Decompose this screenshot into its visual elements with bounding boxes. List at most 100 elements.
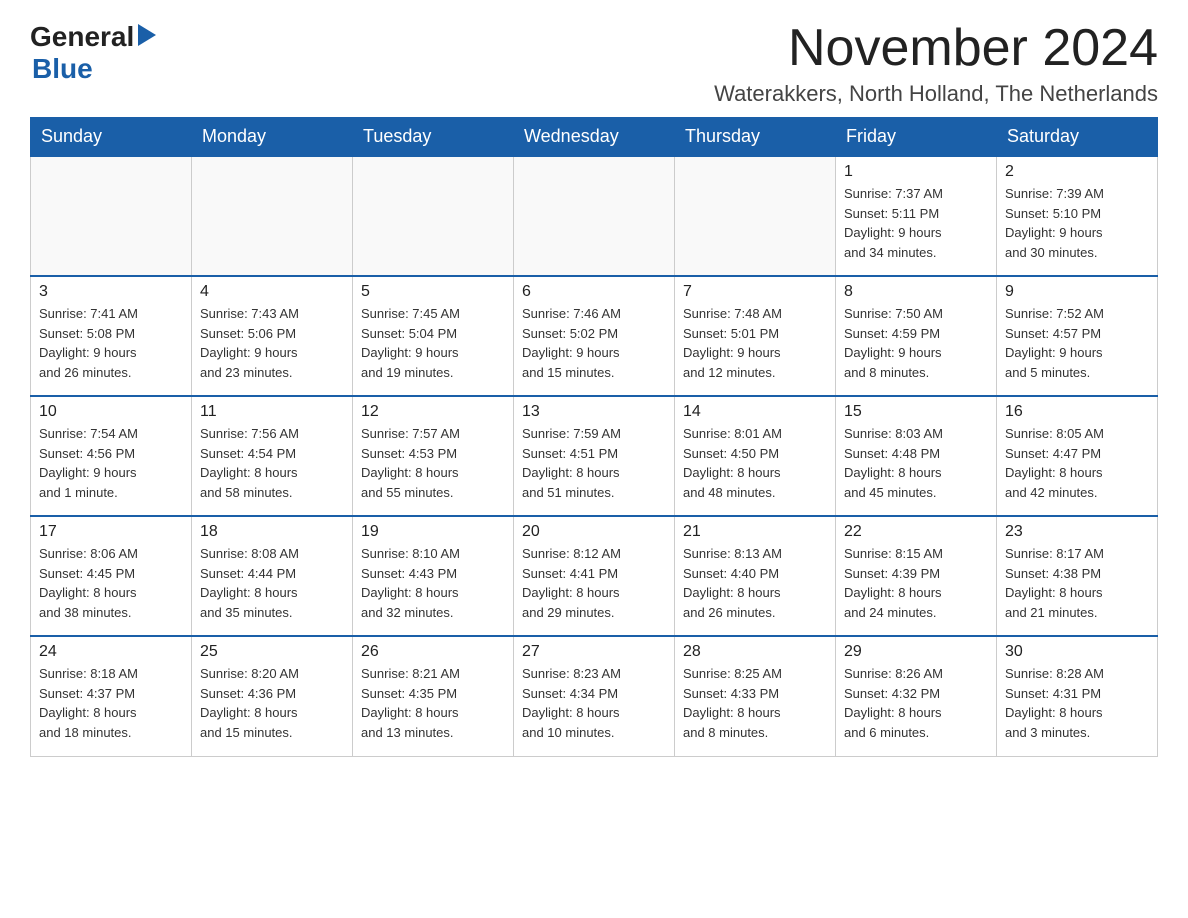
day-number: 1 [844,163,988,181]
day-info: Sunrise: 8:26 AM Sunset: 4:32 PM Dayligh… [844,664,988,742]
day-info: Sunrise: 7:43 AM Sunset: 5:06 PM Dayligh… [200,304,344,382]
day-info: Sunrise: 7:41 AM Sunset: 5:08 PM Dayligh… [39,304,183,382]
day-info: Sunrise: 7:57 AM Sunset: 4:53 PM Dayligh… [361,424,505,502]
calendar-day [192,156,353,276]
calendar-day: 20Sunrise: 8:12 AM Sunset: 4:41 PM Dayli… [514,516,675,636]
calendar-day: 29Sunrise: 8:26 AM Sunset: 4:32 PM Dayli… [836,636,997,756]
calendar-day: 18Sunrise: 8:08 AM Sunset: 4:44 PM Dayli… [192,516,353,636]
day-number: 16 [1005,403,1149,421]
col-monday: Monday [192,118,353,157]
day-number: 3 [39,283,183,301]
day-number: 2 [1005,163,1149,181]
location-title: Waterakkers, North Holland, The Netherla… [714,81,1158,107]
day-info: Sunrise: 8:20 AM Sunset: 4:36 PM Dayligh… [200,664,344,742]
day-number: 17 [39,523,183,541]
col-friday: Friday [836,118,997,157]
calendar-day: 1 Sunrise: 7:37 AM Sunset: 5:11 PM Daylig… [836,156,997,276]
day-number: 19 [361,523,505,541]
day-number: 4 [200,283,344,301]
day-number: 21 [683,523,827,541]
day-number: 26 [361,643,505,661]
calendar-header-row: Sunday Monday Tuesday Wednesday Thursday… [31,118,1158,157]
day-number: 27 [522,643,666,661]
day-info: Sunrise: 8:10 AM Sunset: 4:43 PM Dayligh… [361,544,505,622]
title-block: November 2024 Waterakkers, North Holland… [714,20,1158,107]
day-number: 18 [200,523,344,541]
calendar-day: 27 Sunrise: 8:23 AM Sunset: 4:34 PM Dayli… [514,636,675,756]
calendar-week-4: 17 Sunrise: 8:06 AM Sunset: 4:45 PM Dayli… [31,516,1158,636]
calendar-week-5: 24Sunrise: 8:18 AM Sunset: 4:37 PM Dayli… [31,636,1158,756]
day-number: 25 [200,643,344,661]
day-info: Sunrise: 7:48 AM Sunset: 5:01 PM Dayligh… [683,304,827,382]
calendar-day: 25 Sunrise: 8:20 AM Sunset: 4:36 PM Dayli… [192,636,353,756]
day-info: Sunrise: 8:25 AM Sunset: 4:33 PM Dayligh… [683,664,827,742]
day-info: Sunrise: 7:59 AM Sunset: 4:51 PM Dayligh… [522,424,666,502]
logo: General Blue [30,20,160,85]
col-wednesday: Wednesday [514,118,675,157]
logo-arrow-icon [138,22,160,53]
day-info: Sunrise: 7:45 AM Sunset: 5:04 PM Dayligh… [361,304,505,382]
calendar-day: 9 Sunrise: 7:52 AM Sunset: 4:57 PM Daylig… [997,276,1158,396]
col-saturday: Saturday [997,118,1158,157]
calendar-day: 14 Sunrise: 8:01 AM Sunset: 4:50 PM Dayli… [675,396,836,516]
calendar-day: 28 Sunrise: 8:25 AM Sunset: 4:33 PM Dayli… [675,636,836,756]
day-number: 22 [844,523,988,541]
calendar-day: 22 Sunrise: 8:15 AM Sunset: 4:39 PM Dayli… [836,516,997,636]
calendar-day: 11 Sunrise: 7:56 AM Sunset: 4:54 PM Dayli… [192,396,353,516]
calendar-day: 7 Sunrise: 7:48 AM Sunset: 5:01 PM Daylig… [675,276,836,396]
day-number: 15 [844,403,988,421]
day-info: Sunrise: 8:03 AM Sunset: 4:48 PM Dayligh… [844,424,988,502]
day-info: Sunrise: 7:46 AM Sunset: 5:02 PM Dayligh… [522,304,666,382]
calendar-day: 16 Sunrise: 8:05 AM Sunset: 4:47 PM Dayli… [997,396,1158,516]
calendar-week-3: 10 Sunrise: 7:54 AM Sunset: 4:56 PM Dayli… [31,396,1158,516]
day-number: 24 [39,643,183,661]
calendar-day: 6Sunrise: 7:46 AM Sunset: 5:02 PM Daylig… [514,276,675,396]
day-number: 7 [683,283,827,301]
day-number: 12 [361,403,505,421]
day-info: Sunrise: 7:37 AM Sunset: 5:11 PM Dayligh… [844,184,988,262]
calendar-day: 17 Sunrise: 8:06 AM Sunset: 4:45 PM Dayli… [31,516,192,636]
day-info: Sunrise: 7:39 AM Sunset: 5:10 PM Dayligh… [1005,184,1149,262]
day-info: Sunrise: 8:13 AM Sunset: 4:40 PM Dayligh… [683,544,827,622]
day-info: Sunrise: 8:15 AM Sunset: 4:39 PM Dayligh… [844,544,988,622]
day-number: 28 [683,643,827,661]
day-info: Sunrise: 8:05 AM Sunset: 4:47 PM Dayligh… [1005,424,1149,502]
day-number: 11 [200,403,344,421]
day-info: Sunrise: 7:50 AM Sunset: 4:59 PM Dayligh… [844,304,988,382]
calendar-day: 4 Sunrise: 7:43 AM Sunset: 5:06 PM Daylig… [192,276,353,396]
day-number: 10 [39,403,183,421]
day-number: 9 [1005,283,1149,301]
day-info: Sunrise: 8:06 AM Sunset: 4:45 PM Dayligh… [39,544,183,622]
calendar-day: 12 Sunrise: 7:57 AM Sunset: 4:53 PM Dayli… [353,396,514,516]
col-tuesday: Tuesday [353,118,514,157]
calendar-day: 13 Sunrise: 7:59 AM Sunset: 4:51 PM Dayli… [514,396,675,516]
calendar-day: 23Sunrise: 8:17 AM Sunset: 4:38 PM Dayli… [997,516,1158,636]
calendar-day: 26 Sunrise: 8:21 AM Sunset: 4:35 PM Dayli… [353,636,514,756]
day-info: Sunrise: 7:56 AM Sunset: 4:54 PM Dayligh… [200,424,344,502]
calendar-day: 5Sunrise: 7:45 AM Sunset: 5:04 PM Daylig… [353,276,514,396]
day-number: 8 [844,283,988,301]
calendar-day: 19 Sunrise: 8:10 AM Sunset: 4:43 PM Dayli… [353,516,514,636]
calendar-day [31,156,192,276]
day-info: Sunrise: 8:01 AM Sunset: 4:50 PM Dayligh… [683,424,827,502]
calendar-day [675,156,836,276]
day-info: Sunrise: 8:23 AM Sunset: 4:34 PM Dayligh… [522,664,666,742]
day-info: Sunrise: 7:54 AM Sunset: 4:56 PM Dayligh… [39,424,183,502]
day-number: 20 [522,523,666,541]
calendar-day: 24Sunrise: 8:18 AM Sunset: 4:37 PM Dayli… [31,636,192,756]
day-info: Sunrise: 7:52 AM Sunset: 4:57 PM Dayligh… [1005,304,1149,382]
day-info: Sunrise: 8:17 AM Sunset: 4:38 PM Dayligh… [1005,544,1149,622]
day-info: Sunrise: 8:21 AM Sunset: 4:35 PM Dayligh… [361,664,505,742]
col-thursday: Thursday [675,118,836,157]
calendar-day: 8 Sunrise: 7:50 AM Sunset: 4:59 PM Daylig… [836,276,997,396]
calendar-day: 10 Sunrise: 7:54 AM Sunset: 4:56 PM Dayli… [31,396,192,516]
day-info: Sunrise: 8:28 AM Sunset: 4:31 PM Dayligh… [1005,664,1149,742]
col-sunday: Sunday [31,118,192,157]
day-number: 13 [522,403,666,421]
calendar-table: Sunday Monday Tuesday Wednesday Thursday… [30,117,1158,757]
calendar-week-1: 1 Sunrise: 7:37 AM Sunset: 5:11 PM Daylig… [31,156,1158,276]
page-header: General Blue November 2024 Waterakkers, … [30,20,1158,107]
logo-blue-text: Blue [32,53,93,85]
calendar-day: 30Sunrise: 8:28 AM Sunset: 4:31 PM Dayli… [997,636,1158,756]
day-number: 14 [683,403,827,421]
